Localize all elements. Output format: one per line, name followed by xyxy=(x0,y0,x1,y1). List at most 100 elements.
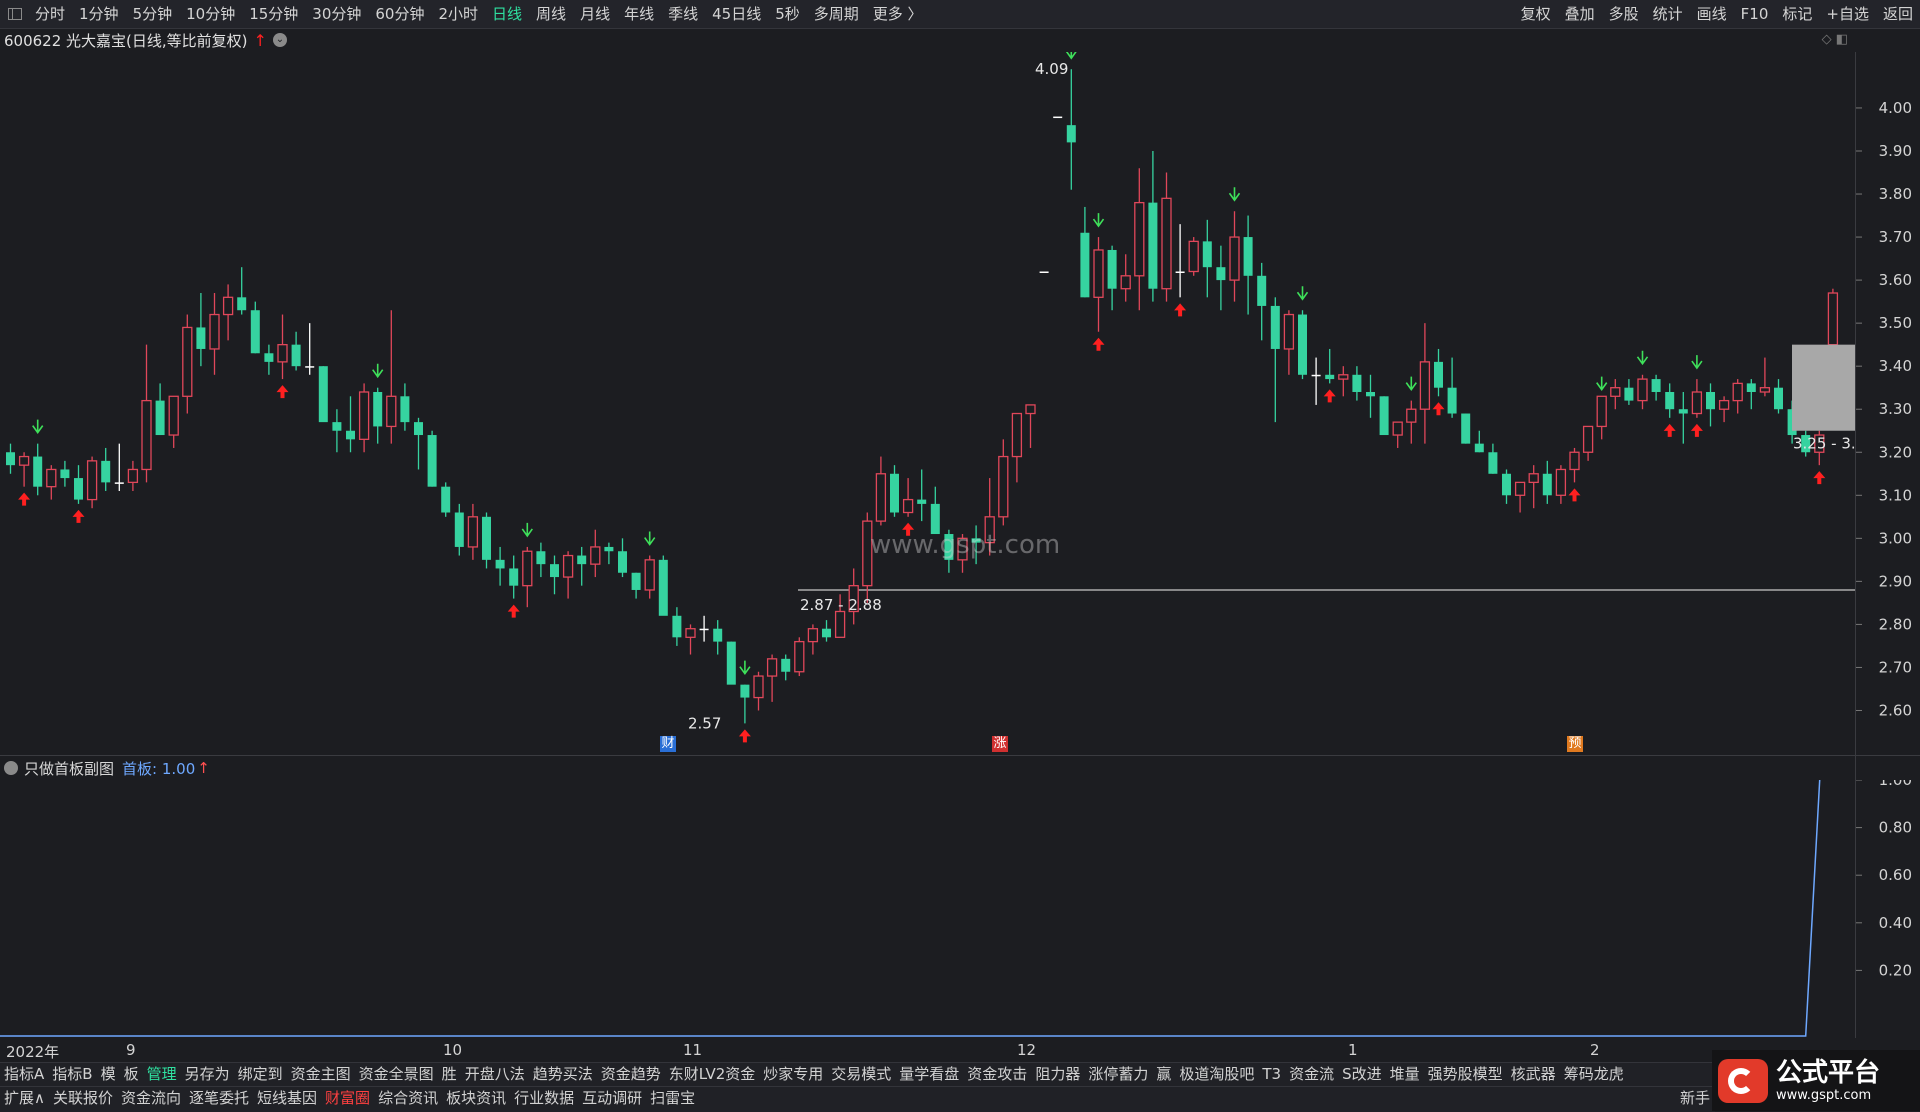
candle-body xyxy=(168,395,179,436)
candle-body xyxy=(1066,125,1076,143)
period-tab[interactable]: 15分钟 xyxy=(242,0,305,28)
indicator-tab[interactable]: 指标B xyxy=(48,1063,96,1086)
candle-body xyxy=(577,555,587,565)
price-chart[interactable]: 4.00 3.90 3.80 3.70 3.60 3.50 3.40 3.30 3.20 3.10… xyxy=(0,52,1920,752)
period-tab[interactable]: 5秒 xyxy=(768,0,807,28)
top-tool-button[interactable]: +自选 xyxy=(1819,0,1876,28)
info-tab[interactable]: 财富圈 xyxy=(321,1087,374,1112)
indicator-tab[interactable]: 胜 xyxy=(438,1063,461,1086)
candle-body xyxy=(536,551,546,565)
period-tab[interactable]: 10分钟 xyxy=(179,0,242,28)
indicator-tab[interactable]: 资金攻击 xyxy=(963,1063,1031,1086)
period-tab[interactable]: 日线 xyxy=(485,0,529,28)
indicator-tab[interactable]: 开盘八法 xyxy=(461,1063,529,1086)
candle-body xyxy=(1011,412,1023,458)
period-tab[interactable]: 45日线 xyxy=(705,0,768,28)
indicator-tab[interactable]: 板 xyxy=(120,1063,143,1086)
indicator-toggle-icon[interactable] xyxy=(4,761,18,775)
candle-body xyxy=(902,498,914,514)
info-tab[interactable]: 互动调研 xyxy=(578,1087,646,1112)
indicator-chart[interactable]: 1.00 0.80 0.60 0.40 0.20 xyxy=(0,780,1920,1038)
indicator-tab[interactable]: 指标A xyxy=(0,1063,48,1086)
down-arrow-icon xyxy=(32,419,44,435)
info-tab[interactable]: 扫雷宝 xyxy=(646,1087,699,1112)
indicator-tab[interactable]: 管理 xyxy=(143,1063,181,1086)
top-tool-button[interactable]: F10 xyxy=(1734,0,1776,28)
indicator-tab[interactable]: 堆量 xyxy=(1386,1063,1424,1086)
info-tab[interactable]: 逐笔委托 xyxy=(185,1087,253,1112)
newbie-link[interactable]: 新手 xyxy=(1680,1087,1710,1108)
period-tab[interactable]: 30分钟 xyxy=(305,0,368,28)
indicator-tab[interactable]: S改进 xyxy=(1338,1063,1386,1086)
indicator-tab[interactable]: 强势股模型 xyxy=(1424,1063,1507,1086)
period-tab[interactable]: 月线 xyxy=(573,0,617,28)
info-tab[interactable]: 扩展∧ xyxy=(0,1087,49,1112)
indicator-tab[interactable]: 资金流 xyxy=(1285,1063,1338,1086)
info-tab[interactable]: 板块资讯 xyxy=(442,1087,510,1112)
indicator-header: 只做首板副图 首板: 1.00 ↑ xyxy=(4,757,210,779)
up-arrow-icon xyxy=(507,604,520,618)
indicator-tab[interactable]: 另存为 xyxy=(181,1063,234,1086)
info-tab[interactable]: 关联报价 xyxy=(49,1087,117,1112)
candle-body xyxy=(46,468,57,488)
indicator-tab[interactable]: 资金趋势 xyxy=(597,1063,665,1086)
indicator-axis-label: 0.60 xyxy=(1879,866,1912,884)
top-tool-button[interactable]: 叠加 xyxy=(1558,0,1602,28)
down-arrow-icon xyxy=(1296,286,1309,301)
candle-body xyxy=(1392,421,1403,436)
period-tab[interactable]: 分时 xyxy=(28,0,72,28)
event-tag[interactable]: 预 xyxy=(1567,736,1583,752)
indicator-tab[interactable]: 涨停蓄力 xyxy=(1084,1063,1152,1086)
event-tag[interactable]: 财 xyxy=(660,736,676,752)
indicator-tab[interactable]: 筹码龙虎 xyxy=(1560,1063,1628,1086)
indicator-tab[interactable]: 模 xyxy=(97,1063,120,1086)
candle-body xyxy=(875,473,887,522)
top-tool-button[interactable]: 复权 xyxy=(1514,0,1558,28)
info-tab[interactable]: 短线基因 xyxy=(253,1087,321,1112)
indicator-tab[interactable]: 极道淘股吧 xyxy=(1175,1063,1258,1086)
period-tab[interactable]: 5分钟 xyxy=(126,0,180,28)
corner-icons[interactable]: ◇ ◧ xyxy=(1822,32,1848,47)
up-arrow-icon xyxy=(1813,471,1826,485)
indicator-tab[interactable]: 炒家专用 xyxy=(759,1063,827,1086)
candle-body xyxy=(1188,240,1199,273)
indicator-tab[interactable]: 量学看盘 xyxy=(895,1063,963,1086)
info-tab[interactable]: 资金流向 xyxy=(117,1087,185,1112)
candle-body xyxy=(604,546,614,552)
candle-body xyxy=(101,460,111,483)
info-tab[interactable]: 综合资讯 xyxy=(374,1087,442,1112)
indicator-tab[interactable]: 东财LV2资金 xyxy=(665,1063,760,1086)
indicator-tab[interactable]: 趋势买法 xyxy=(529,1063,597,1086)
top-tool-button[interactable]: 多股 xyxy=(1602,0,1646,28)
period-tab[interactable]: 多周期 xyxy=(807,0,866,28)
period-tab[interactable]: 2小时 xyxy=(431,0,485,28)
up-arrow-icon xyxy=(276,385,289,399)
period-tab[interactable]: 季线 xyxy=(661,0,705,28)
indicator-tab[interactable]: T3 xyxy=(1258,1063,1285,1086)
top-tool-button[interactable]: 统计 xyxy=(1646,0,1690,28)
period-tab[interactable]: 1分钟 xyxy=(72,0,126,28)
indicator-tab[interactable]: 核武器 xyxy=(1507,1063,1560,1086)
indicator-tab[interactable]: 资金全景图 xyxy=(355,1063,438,1086)
top-tool-button[interactable]: 标记 xyxy=(1775,0,1819,28)
indicator-tab[interactable]: 交易模式 xyxy=(827,1063,895,1086)
top-tool-button[interactable]: 返回 xyxy=(1876,0,1920,28)
range-label-2: 3.25 - 3. xyxy=(1793,435,1856,453)
candle-body xyxy=(1366,392,1375,397)
indicator-name[interactable]: 只做首板副图 xyxy=(24,758,114,779)
highlight-box xyxy=(1792,344,1855,431)
period-tab[interactable]: 年线 xyxy=(617,0,661,28)
indicator-tab[interactable]: 绑定到 xyxy=(234,1063,287,1086)
period-tab[interactable]: 60分钟 xyxy=(368,0,431,28)
info-tab[interactable]: 行业数据 xyxy=(510,1087,578,1112)
indicator-tab[interactable]: 资金主图 xyxy=(287,1063,355,1086)
period-tab[interactable]: 周线 xyxy=(529,0,573,28)
period-tab[interactable]: 更多 〉 xyxy=(866,0,930,28)
price-axis-label: 3.70 xyxy=(1879,228,1912,246)
indicator-tab[interactable]: 阻力器 xyxy=(1031,1063,1084,1086)
top-tool-button[interactable]: 画线 xyxy=(1690,0,1734,28)
event-tag[interactable]: 涨 xyxy=(992,736,1008,752)
dropdown-icon[interactable]: ⌄ xyxy=(272,33,287,47)
window-icon[interactable] xyxy=(8,8,22,20)
indicator-tab[interactable]: 赢 xyxy=(1152,1063,1175,1086)
